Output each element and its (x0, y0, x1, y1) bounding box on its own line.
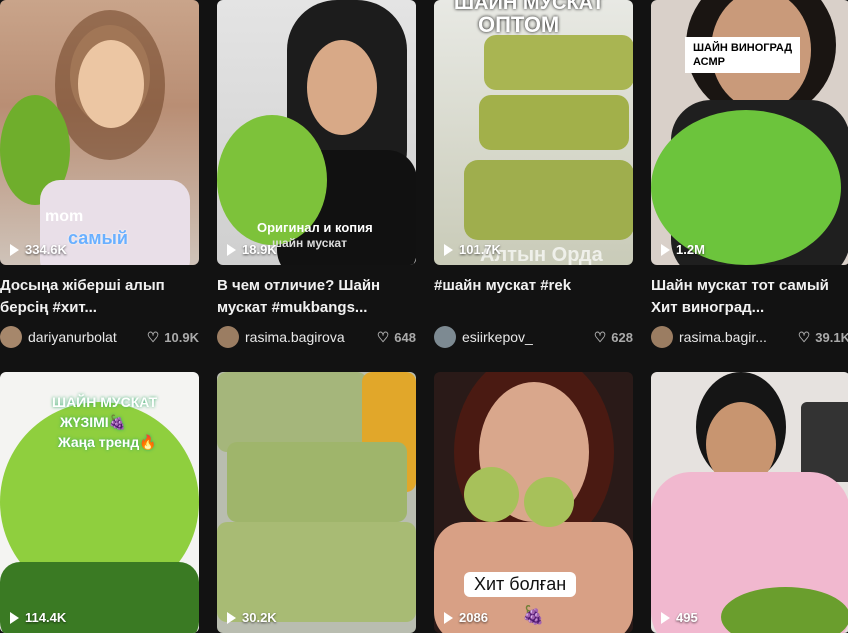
like-count: ♡ 10.9K (146, 329, 199, 345)
view-count: 18.9K (227, 242, 277, 257)
author[interactable]: dariyanurbolat (0, 326, 117, 348)
video-thumbnail[interactable]: 30.2K (217, 372, 416, 633)
author[interactable]: rasima.bagirova (217, 326, 345, 348)
author[interactable]: rasima.bagir... (651, 326, 767, 348)
avatar (651, 326, 673, 348)
play-icon (10, 243, 19, 256)
video-title[interactable]: Досыңа жіберші алып берсің #хит... (0, 275, 199, 319)
play-icon (444, 243, 453, 256)
view-count: 114.4K (10, 610, 66, 625)
video-thumbnail[interactable]: ШАЙН МУСКАТ ОПТОМ Алтын Орда 101.7K (434, 0, 633, 265)
video-card[interactable]: 30.2K (217, 372, 416, 633)
overlay-text: ШАЙН МУСКАТ (52, 394, 158, 410)
author[interactable]: esiirkepov_ (434, 326, 533, 348)
view-count: 495 (661, 610, 698, 625)
video-card[interactable]: Хит болған 🍇 2086 (434, 372, 633, 633)
overlay-text: ЖҮЗІМІ🍇 (60, 414, 127, 430)
overlay-text: mom (45, 208, 84, 225)
video-title[interactable]: Шайн мускат тот самый Хит виноград... (651, 275, 848, 319)
video-card[interactable]: ШАЙН МУСКАТ ЖҮЗІМІ🍇 Жаңа тренд🔥 114.4K (0, 372, 199, 633)
overlay-text: Оригинал и копия (257, 220, 373, 235)
like-count: ♡ 39.1K (797, 329, 848, 345)
view-count: 334.6K (10, 242, 67, 257)
play-icon (10, 611, 19, 624)
like-count: ♡ 628 (593, 329, 633, 345)
video-card[interactable]: ШАЙН ВИНОГРАД АСМР 1.2M Шайн мускат тот … (651, 0, 848, 349)
avatar (217, 326, 239, 348)
view-count: 1.2M (661, 242, 705, 257)
play-icon (661, 611, 670, 624)
heart-icon: ♡ (146, 329, 160, 345)
video-title[interactable]: В чем отличие? Шайн мускат #mukbangs... (217, 275, 416, 319)
view-count: 101.7K (444, 242, 501, 257)
video-thumbnail[interactable]: mom самый 334.6K (0, 0, 199, 265)
video-title[interactable]: #шайн мускат #rek (434, 275, 633, 319)
view-count: 2086 (444, 610, 488, 625)
caption-box: Хит болған (464, 572, 577, 597)
author-name: rasima.bagirova (245, 329, 345, 345)
overlay-text: ШАЙН ВИНОГРАД (693, 42, 793, 54)
like-count: ♡ 648 (376, 329, 416, 345)
video-thumbnail[interactable]: 495 (651, 372, 848, 633)
video-card[interactable]: mom самый 334.6K Досыңа жіберші алып бер… (0, 0, 199, 349)
heart-icon: ♡ (593, 329, 607, 345)
overlay-text: Хит болған (474, 574, 567, 594)
play-icon (661, 243, 670, 256)
play-icon (227, 611, 236, 624)
video-thumbnail[interactable]: ШАЙН МУСКАТ ЖҮЗІМІ🍇 Жаңа тренд🔥 114.4K (0, 372, 199, 633)
overlay-text: ОПТОМ (478, 12, 560, 37)
play-icon (444, 611, 453, 624)
avatar (434, 326, 456, 348)
play-icon (227, 243, 236, 256)
video-thumbnail[interactable]: Хит болған 🍇 2086 (434, 372, 633, 633)
video-thumbnail[interactable]: ШАЙН ВИНОГРАД АСМР 1.2M (651, 0, 848, 265)
overlay-text: шайн мускат (272, 236, 347, 250)
author-name: esiirkepov_ (462, 329, 533, 345)
overlay-text: АСМР (693, 56, 725, 68)
video-card[interactable]: ШАЙН МУСКАТ ОПТОМ Алтын Орда 101.7K #шай… (434, 0, 633, 349)
video-card[interactable]: 495 (651, 372, 848, 633)
avatar (0, 326, 22, 348)
video-card[interactable]: Оригинал и копия шайн мускат 18.9K В чем… (217, 0, 416, 349)
overlay-text: Жаңа тренд🔥 (58, 434, 157, 450)
video-thumbnail[interactable]: Оригинал и копия шайн мускат 18.9K (217, 0, 416, 265)
heart-icon: ♡ (797, 329, 811, 345)
overlay-text: самый (68, 228, 128, 248)
grape-emoji: 🍇 (522, 605, 545, 625)
view-count: 30.2K (227, 610, 277, 625)
author-name: rasima.bagir... (679, 329, 767, 345)
heart-icon: ♡ (376, 329, 390, 345)
author-name: dariyanurbolat (28, 329, 117, 345)
